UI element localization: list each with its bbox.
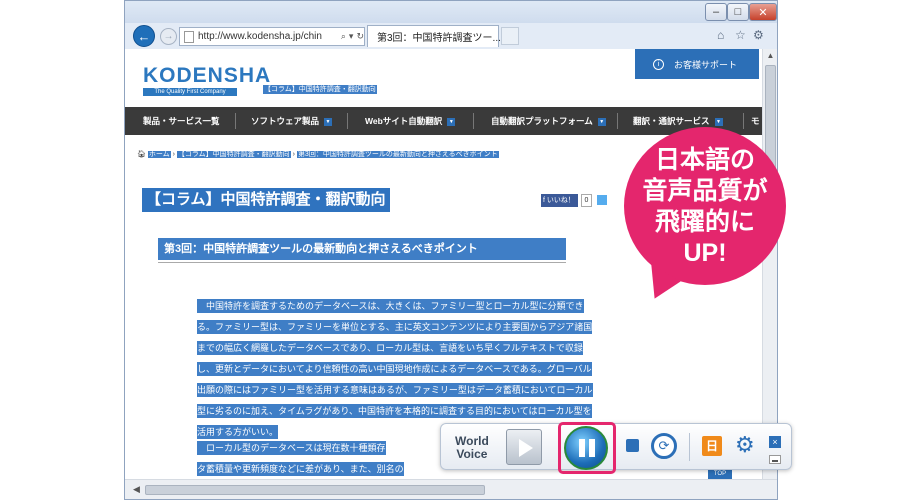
menu-divider: [347, 113, 348, 129]
callout-line: UP!: [683, 239, 727, 267]
callout-line: 飛躍的に: [654, 208, 755, 236]
logo-line: Voice: [456, 447, 488, 461]
breadcrumb: 🏠︎ ホーム › 【コラム】中国特許調査・翻訳動向 › 第3回：中国特許調査ツー…: [137, 149, 499, 159]
search-icon[interactable]: ⌕: [341, 31, 346, 42]
scroll-up-icon[interactable]: ▲: [763, 49, 777, 63]
main-menu: 製品・サービス一覧 ソフトウェア製品 ▼ Webサイト自動翻訳 ▼ 自動翻訳プラット…: [125, 107, 762, 135]
support-button[interactable]: i お客様サポート: [635, 49, 759, 79]
article-paragraph-1: 中国特許を調査するためのデータベースは、大きくは、ファミリー型とローカル型に分類…: [197, 296, 685, 443]
chevron-down-icon: ▼: [447, 117, 456, 126]
menu-item-software[interactable]: ソフトウェア製品 ▼: [251, 107, 333, 135]
menu-item-mt-platform[interactable]: 自動翻訳プラットフォーム ▼: [491, 107, 606, 135]
breadcrumb-separator: ›: [172, 151, 175, 158]
scroll-left-icon[interactable]: ◀: [133, 484, 140, 495]
pause-icon: [579, 439, 585, 457]
menu-item-more[interactable]: モ: [751, 107, 760, 135]
menu-item-products[interactable]: 製品・サービス一覧: [143, 107, 220, 135]
like-label: いいね！: [546, 197, 575, 204]
forward-arrow-icon[interactable]: →: [160, 28, 177, 45]
page-icon: [184, 30, 194, 43]
callout-line: 音声品質が: [642, 177, 768, 205]
repeat-button[interactable]: ⟳: [651, 433, 677, 459]
window-close-button[interactable]: ✕: [749, 3, 777, 21]
language-japanese-button[interactable]: 日: [702, 436, 722, 456]
header-column-link[interactable]: 【コラム】中国特許調査・翻訳動向: [263, 85, 377, 94]
maximize-button[interactable]: □: [727, 3, 749, 21]
like-count: 0: [581, 194, 592, 207]
world-voice-toolbar: World Voice ⟳ 日 ⚙ ×: [440, 422, 792, 474]
logo-tagline: The Quality First Company: [143, 88, 237, 96]
menu-label: 自動翻訳プラットフォーム: [491, 116, 593, 126]
navigation-bar: ← → http://www.kodensha.jp/chin ⌕ ▾ ↻ 第3…: [125, 23, 777, 49]
subtitle-divider: [158, 262, 566, 263]
text-line: までの幅広く網羅したデータベースであり、ローカル型は、言語をいち早くフルテキスト…: [197, 341, 583, 355]
stop-button[interactable]: [626, 439, 639, 452]
text-line: 出願の際にはファミリー型を活用する意味はあるが、ファミリー型はデータ蓄積において…: [197, 383, 593, 397]
menu-item-web-translation[interactable]: Webサイト自動翻訳 ▼: [365, 107, 456, 135]
favorites-star-icon[interactable]: ☆: [735, 28, 746, 42]
play-button[interactable]: [506, 429, 542, 465]
toolbar-minimize-icon[interactable]: [769, 455, 781, 464]
new-tab-button[interactable]: [501, 27, 519, 45]
text-line: 中国特許を調査するためのデータベースは、大きくは、ファミリー型とローカル型に分類…: [197, 299, 584, 313]
breadcrumb-current: 第3回：中国特許調査ツールの最新動向と押さえるべきポイント: [296, 151, 499, 158]
home-icon: 🏠︎: [137, 151, 146, 158]
text-line: し、更新とデータにおいてより信頼性の高い中国現地作成によるデータベースである。グ…: [197, 362, 592, 376]
refresh-icon[interactable]: ↻: [356, 31, 364, 42]
menu-divider: [473, 113, 474, 129]
world-voice-logo: World Voice: [455, 435, 489, 461]
menu-label: ソフトウェア製品: [251, 116, 320, 126]
info-icon: i: [653, 58, 664, 70]
menu-divider: [743, 113, 744, 129]
toolbar-divider: [689, 433, 690, 461]
chevron-down-icon: ▼: [324, 117, 333, 126]
twitter-icon[interactable]: [597, 195, 607, 205]
toolbar-close-icon[interactable]: ×: [769, 436, 781, 448]
menu-label: 翻訳・通訳サービス: [633, 116, 710, 126]
horizontal-scrollbar[interactable]: ◀: [125, 479, 777, 499]
facebook-like-button[interactable]: f いいね！: [541, 194, 578, 207]
menu-label: モ: [751, 116, 760, 126]
menu-label: 製品・サービス一覧: [143, 116, 220, 126]
logo-name: KODENSHA: [143, 64, 272, 87]
tab-title: 第3回：中国特許調査ツー...: [377, 33, 501, 44]
breadcrumb-home[interactable]: ホーム: [147, 151, 171, 158]
text-line: 型に劣るのに加え、タイムラグがあり、中国特許を本格的に調査する目的においてはロー…: [197, 404, 592, 418]
callout-line: 日本語の: [654, 146, 755, 174]
browser-tab[interactable]: 第3回：中国特許調査ツー... ×: [367, 25, 507, 47]
hscroll-thumb[interactable]: [145, 485, 485, 495]
breadcrumb-column[interactable]: 【コラム】中国特許調査・翻訳動向: [176, 151, 291, 158]
logo-line: World: [455, 434, 489, 448]
menu-label: Webサイト自動翻訳: [365, 116, 443, 126]
home-icon[interactable]: ⌂: [717, 28, 724, 42]
breadcrumb-separator: ›: [292, 151, 295, 158]
chevron-down-icon: ▼: [597, 117, 606, 126]
dropdown-icon[interactable]: ▾: [349, 31, 354, 42]
callout-bubble: 日本語の 音声品質が 飛躍的に UP!: [624, 127, 786, 285]
menu-divider: [235, 113, 236, 129]
kodensha-logo[interactable]: KODENSHA The Quality First Company: [143, 64, 272, 96]
tools-gear-icon[interactable]: ⚙: [753, 28, 764, 42]
pause-button[interactable]: [564, 426, 608, 470]
address-bar[interactable]: http://www.kodensha.jp/chin ⌕ ▾ ↻: [179, 27, 365, 46]
title-bar: – □ ✕: [125, 1, 777, 23]
support-label: お客様サポート: [674, 59, 738, 70]
text-line: る。ファミリー型は、ファミリーを単位とする、主に英文コンテンツにより主要国からア…: [197, 320, 593, 334]
page-title: 【コラム】中国特許調査・翻訳動向: [142, 188, 390, 212]
minimize-button[interactable]: –: [705, 3, 727, 21]
address-url: http://www.kodensha.jp/chin: [198, 31, 322, 42]
menu-divider: [617, 113, 618, 129]
article-subtitle: 第3回：中国特許調査ツールの最新動向と押さえるべきポイント: [158, 238, 566, 260]
back-arrow-icon[interactable]: ←: [133, 25, 155, 47]
chevron-down-icon: ▼: [714, 117, 723, 126]
play-icon: [519, 439, 533, 457]
settings-gear-icon[interactable]: ⚙: [735, 432, 755, 458]
